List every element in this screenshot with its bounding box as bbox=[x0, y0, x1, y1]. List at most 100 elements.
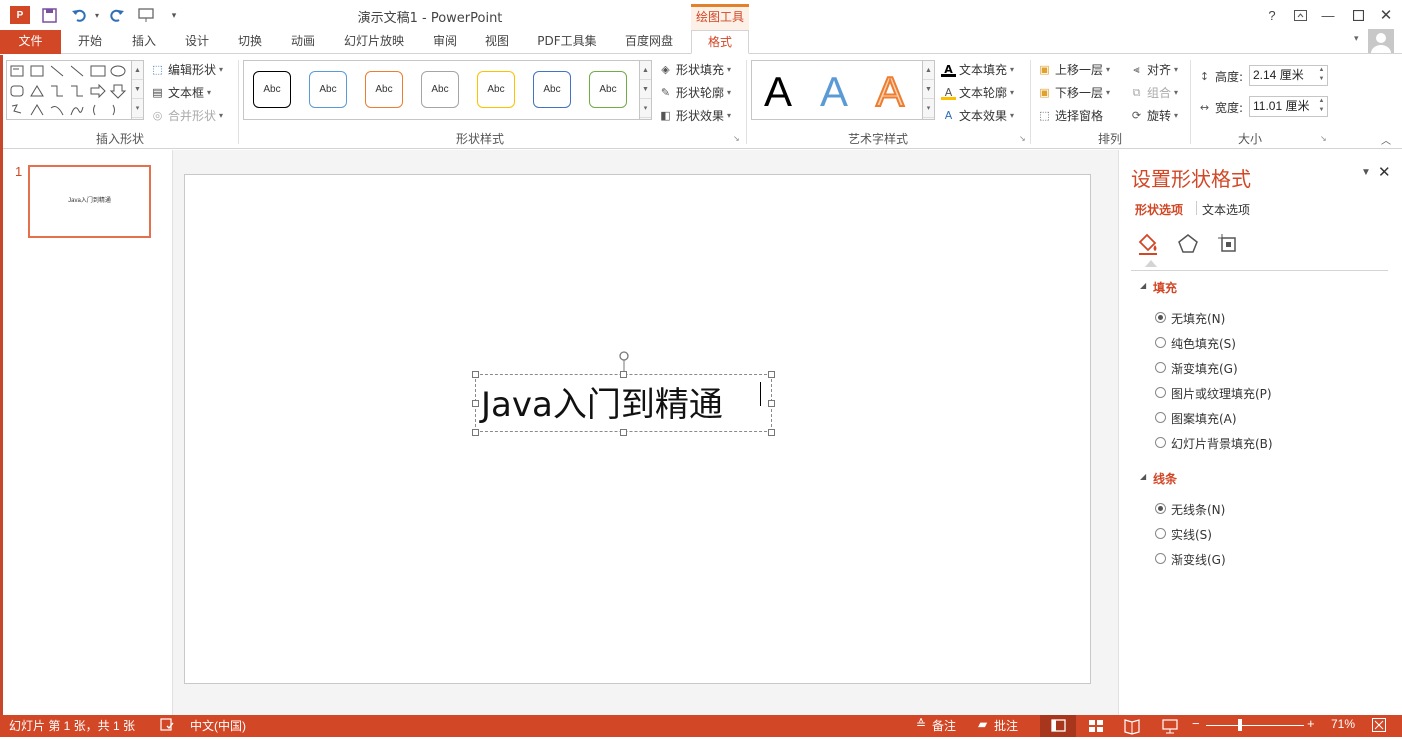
radio-picture-fill[interactable] bbox=[1155, 387, 1166, 398]
shapes-gallery[interactable]: ▲ ▼ ▾ bbox=[6, 60, 144, 120]
slide-sorter-view-icon[interactable] bbox=[1084, 715, 1108, 737]
spell-check-icon[interactable] bbox=[160, 717, 174, 734]
label-no-line[interactable]: 无线条(N) bbox=[1171, 501, 1225, 518]
close-window-icon[interactable]: ✕ bbox=[1376, 6, 1396, 24]
slide-thumbnail[interactable]: Java入门到精通 bbox=[28, 165, 151, 238]
slide-title-text[interactable]: Java入门到精通 bbox=[481, 383, 723, 427]
zoom-slider-thumb[interactable] bbox=[1238, 719, 1242, 731]
avatar[interactable] bbox=[1368, 29, 1394, 53]
radio-gradient-line[interactable] bbox=[1155, 553, 1166, 564]
height-input[interactable]: 2.14 厘米 ▲ ▼ bbox=[1249, 65, 1328, 86]
rotate-handle-icon[interactable] bbox=[619, 350, 629, 374]
width-spinner[interactable]: ▲ ▼ bbox=[1316, 97, 1327, 116]
send-backward-button[interactable]: ▣ 下移一层 ▾ bbox=[1037, 84, 1110, 101]
shape-style-swatch[interactable]: Abc bbox=[309, 71, 347, 108]
merge-shapes-button[interactable]: ◎ 合并形状 ▾ bbox=[150, 107, 223, 124]
language-indicator[interactable]: 中文(中国) bbox=[190, 717, 246, 734]
zoom-in-icon[interactable]: + bbox=[1307, 716, 1315, 731]
collapse-line-icon[interactable]: ◢ bbox=[1140, 472, 1146, 481]
shapes-icon[interactable] bbox=[9, 63, 133, 121]
tab-review[interactable]: 审阅 bbox=[423, 30, 467, 54]
customize-qat-icon[interactable]: ▾ bbox=[165, 6, 183, 24]
tab-transitions[interactable]: 切换 bbox=[228, 30, 272, 54]
resize-handle[interactable] bbox=[472, 371, 479, 378]
resize-handle[interactable] bbox=[620, 429, 627, 436]
ribbon-display-options-icon[interactable] bbox=[1290, 6, 1310, 24]
pane-options-icon[interactable]: ▼ bbox=[1361, 167, 1371, 178]
close-pane-icon[interactable]: ✕ bbox=[1378, 163, 1391, 181]
maximize-icon[interactable] bbox=[1348, 6, 1368, 24]
redo-icon[interactable] bbox=[108, 6, 126, 24]
collapse-ribbon-icon[interactable]: ︿ bbox=[1381, 132, 1391, 147]
save-icon[interactable] bbox=[40, 6, 58, 24]
help-icon[interactable]: ? bbox=[1262, 6, 1282, 24]
wordart-scroll[interactable]: ▲ ▼ ▾ bbox=[922, 61, 934, 119]
rotate-button[interactable]: ⟳ 旋转 ▾ bbox=[1129, 107, 1178, 124]
radio-no-fill[interactable] bbox=[1155, 312, 1166, 323]
shape-style-swatch[interactable]: Abc bbox=[533, 71, 571, 108]
align-button[interactable]: ⫷ 对齐 ▾ bbox=[1129, 61, 1178, 78]
resize-handle[interactable] bbox=[768, 429, 775, 436]
slide-count[interactable]: 幻灯片 第 1 张，共 1 张 bbox=[9, 717, 135, 734]
tab-baidu-netdisk[interactable]: 百度网盘 bbox=[617, 30, 681, 54]
label-pattern-fill[interactable]: 图案填充(A) bbox=[1171, 410, 1237, 427]
wordart-blue[interactable]: A bbox=[820, 70, 848, 114]
shape-fill-button[interactable]: ◈ 形状填充 ▾ bbox=[658, 61, 731, 78]
resize-handle[interactable] bbox=[472, 400, 479, 407]
shape-effects-button[interactable]: ◧ 形状效果 ▾ bbox=[658, 107, 731, 124]
tab-text-options[interactable]: 文本选项 bbox=[1202, 201, 1250, 218]
dialog-launcher-icon[interactable]: ↘ bbox=[1320, 134, 1327, 143]
shape-style-swatch[interactable]: Abc bbox=[589, 71, 627, 108]
label-gradient-fill[interactable]: 渐变填充(G) bbox=[1171, 360, 1238, 377]
start-slideshow-icon[interactable] bbox=[138, 6, 156, 24]
radio-solid-fill[interactable] bbox=[1155, 337, 1166, 348]
radio-solid-line[interactable] bbox=[1155, 528, 1166, 539]
undo-dropdown-icon[interactable]: ▾ bbox=[88, 6, 106, 24]
tab-insert[interactable]: 插入 bbox=[122, 30, 166, 54]
edit-shape-button[interactable]: ⬚ 编辑形状 ▾ bbox=[150, 61, 223, 78]
notes-button[interactable]: 备注 bbox=[932, 717, 956, 734]
shape-style-swatch[interactable]: Abc bbox=[421, 71, 459, 108]
label-background-fill[interactable]: 幻灯片背景填充(B) bbox=[1171, 435, 1273, 452]
radio-gradient-fill[interactable] bbox=[1155, 362, 1166, 373]
comments-button[interactable]: 批注 bbox=[994, 717, 1018, 734]
height-spinner[interactable]: ▲ ▼ bbox=[1316, 66, 1327, 85]
text-fill-button[interactable]: A 文本填充 ▾ bbox=[941, 61, 1014, 78]
wordart-orange-outline[interactable]: A bbox=[875, 69, 905, 115]
tab-view[interactable]: 视图 bbox=[475, 30, 519, 54]
radio-no-line[interactable] bbox=[1155, 503, 1166, 514]
effects-pentagon-icon[interactable] bbox=[1176, 232, 1200, 256]
zoom-out-icon[interactable]: − bbox=[1192, 716, 1200, 731]
tab-animations[interactable]: 动画 bbox=[281, 30, 325, 54]
resize-handle[interactable] bbox=[620, 371, 627, 378]
textbox-button[interactable]: ▤ 文本框 ▾ bbox=[150, 84, 211, 101]
fit-to-window-icon[interactable] bbox=[1371, 717, 1387, 733]
text-effects-button[interactable]: A 文本效果 ▾ bbox=[941, 107, 1014, 124]
shape-styles-scroll[interactable]: ▲ ▼ ▾ bbox=[639, 61, 651, 119]
zoom-level[interactable]: 71% bbox=[1331, 717, 1355, 731]
line-section-header[interactable]: 线条 bbox=[1153, 470, 1177, 487]
resize-handle[interactable] bbox=[472, 429, 479, 436]
shape-outline-button[interactable]: ✎ 形状轮廓 ▾ bbox=[658, 84, 731, 101]
group-button[interactable]: ⧉ 组合 ▾ bbox=[1129, 84, 1178, 101]
minimize-icon[interactable]: — bbox=[1318, 6, 1338, 24]
size-properties-icon[interactable] bbox=[1216, 232, 1240, 256]
bring-forward-button[interactable]: ▣ 上移一层 ▾ bbox=[1037, 61, 1110, 78]
radio-pattern-fill[interactable] bbox=[1155, 412, 1166, 423]
width-input[interactable]: 11.01 厘米 ▲ ▼ bbox=[1249, 96, 1328, 117]
label-no-fill[interactable]: 无填充(N) bbox=[1171, 310, 1225, 327]
shape-style-swatch[interactable]: Abc bbox=[365, 71, 403, 108]
radio-background-fill[interactable] bbox=[1155, 437, 1166, 448]
fill-line-icon[interactable] bbox=[1136, 232, 1160, 256]
label-gradient-line[interactable]: 渐变线(G) bbox=[1171, 551, 1226, 568]
dialog-launcher-icon[interactable]: ↘ bbox=[1019, 134, 1026, 143]
wordart-black[interactable]: A bbox=[764, 70, 792, 114]
tab-format[interactable]: 格式 bbox=[691, 30, 749, 54]
text-outline-button[interactable]: A 文本轮廓 ▾ bbox=[941, 84, 1014, 101]
selection-pane-button[interactable]: ⬚ 选择窗格 bbox=[1037, 107, 1103, 124]
resize-handle[interactable] bbox=[768, 371, 775, 378]
undo-icon[interactable] bbox=[70, 6, 88, 24]
tab-slideshow[interactable]: 幻灯片放映 bbox=[336, 30, 412, 54]
collapse-fill-icon[interactable]: ◢ bbox=[1140, 281, 1146, 290]
dialog-launcher-icon[interactable]: ↘ bbox=[733, 134, 740, 143]
